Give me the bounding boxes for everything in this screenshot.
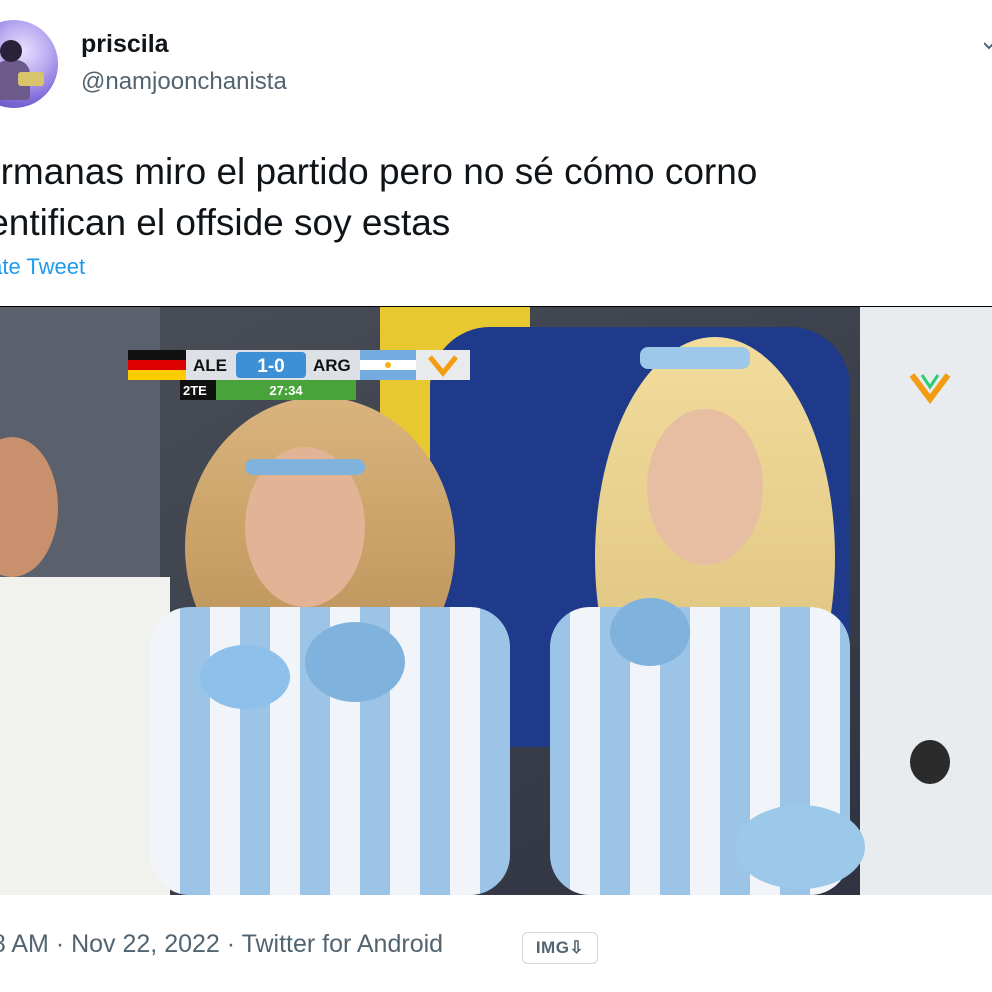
period-label: 2TE xyxy=(183,383,207,398)
woman-right-bow xyxy=(640,347,750,369)
wristwatch xyxy=(910,740,950,784)
pompom-right-1 xyxy=(610,598,690,666)
pompom-left-2 xyxy=(305,622,405,702)
img-download-badge[interactable]: IMG⇩ xyxy=(522,932,598,964)
clock-label: 27:34 xyxy=(269,383,303,398)
score-label: 1-0 xyxy=(257,356,284,377)
photo-illustration: ALE 1-0 ARG 2TE 27:34 aztecatrece xyxy=(0,307,992,895)
translate-tweet-link[interactable]: nslate Tweet xyxy=(0,254,85,280)
team-home-label: ALE xyxy=(193,356,227,375)
pompom-right-2 xyxy=(735,805,865,889)
avatar[interactable] xyxy=(0,20,58,108)
display-name[interactable]: priscila xyxy=(81,30,169,59)
woman-right-face xyxy=(647,409,763,565)
tweet-photo[interactable]: ALE 1-0 ARG 2TE 27:34 aztecatrece xyxy=(0,306,992,895)
team-away-label: ARG xyxy=(313,356,351,375)
tweet-text: ermanas miro el partido pero no sé cómo … xyxy=(0,151,758,243)
avatar-figure-head xyxy=(0,40,22,62)
white-shirt-left xyxy=(0,577,170,895)
pompom-left-1 xyxy=(200,645,290,709)
woman-left-headband xyxy=(245,459,365,475)
caret-icon[interactable] xyxy=(984,40,992,50)
broadcaster-label: aztecatrece xyxy=(893,403,945,414)
tweet-meta: 38 AM · Nov 22, 2022 · Twitter for Andro… xyxy=(0,930,444,958)
avatar-figure-prop xyxy=(18,72,44,86)
user-handle[interactable]: @namjoonchanista xyxy=(81,68,287,96)
